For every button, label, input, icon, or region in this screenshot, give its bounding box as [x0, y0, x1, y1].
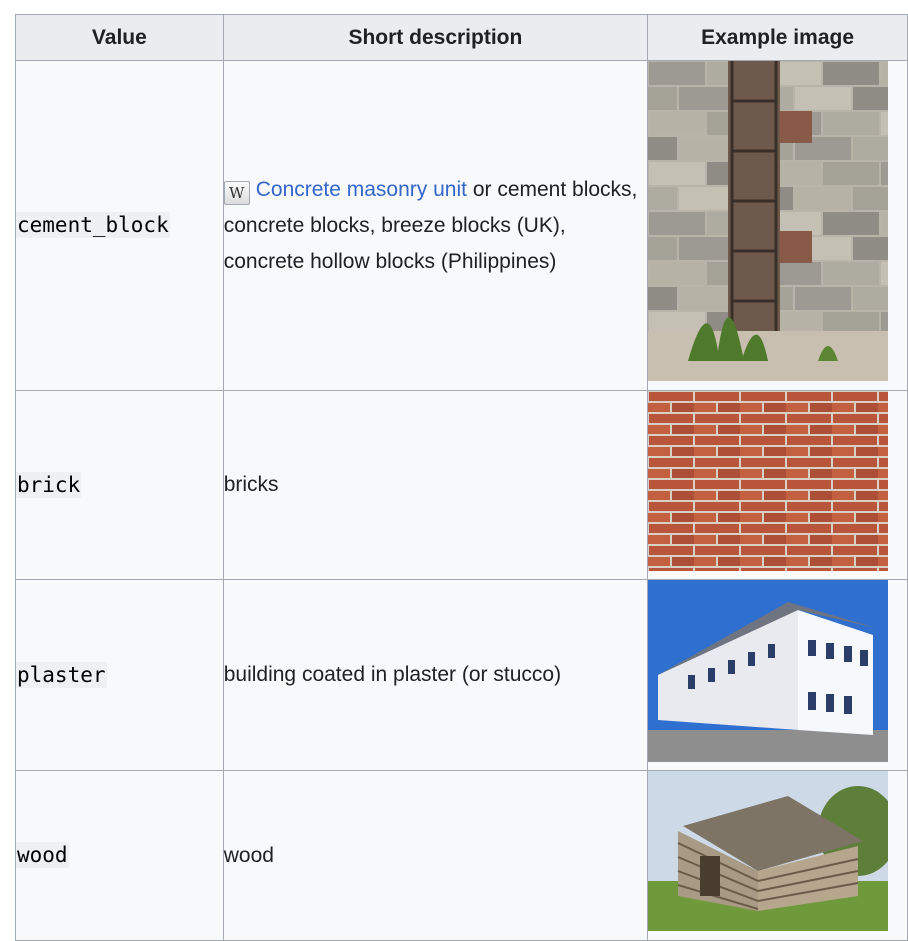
description-cell: building coated in plaster (or stucco) — [222, 579, 649, 771]
header-value[interactable]: Value — [15, 14, 224, 61]
value-cell: plaster — [15, 579, 224, 771]
description-text: building coated in plaster (or stucco) — [223, 663, 562, 686]
value-code: wood — [16, 842, 69, 868]
brick-image[interactable] — [648, 391, 889, 571]
wood-image[interactable] — [648, 771, 889, 931]
table-row: wood wood — [15, 770, 908, 941]
value-code: cement_block — [16, 212, 170, 238]
value-cell: wood — [15, 770, 224, 941]
wikipedia-icon[interactable]: W — [223, 180, 250, 205]
table-row: cement_block W Concrete masonry unit or c… — [15, 60, 908, 391]
materials-table: Value Short description Example image ce… — [15, 14, 908, 941]
value-code: plaster — [16, 661, 107, 688]
cement-block-image[interactable] — [648, 61, 889, 381]
table-row: brick bricks — [15, 390, 908, 580]
description-text: bricks — [223, 473, 279, 496]
image-cell — [647, 579, 908, 771]
image-cell — [647, 390, 908, 580]
value-cell: cement_block — [15, 60, 224, 391]
description-cell: bricks — [222, 390, 649, 580]
image-cell — [647, 770, 908, 941]
description-cell: wood — [222, 770, 649, 941]
table-row: plaster building coated in plaster (or s… — [15, 579, 908, 771]
description-text: wood — [223, 843, 274, 867]
value-code: brick — [16, 471, 82, 498]
header-short-description[interactable]: Short description — [222, 14, 649, 61]
header-example-image[interactable]: Example image — [647, 14, 908, 61]
header-row: Value Short description Example image — [15, 14, 908, 61]
value-cell: brick — [15, 390, 224, 580]
plaster-image[interactable] — [648, 580, 889, 762]
description-cell: W Concrete masonry unit or cement blocks,… — [222, 60, 649, 391]
image-cell — [647, 60, 908, 391]
concrete-masonry-unit-link[interactable]: Concrete masonry unit — [256, 178, 467, 201]
